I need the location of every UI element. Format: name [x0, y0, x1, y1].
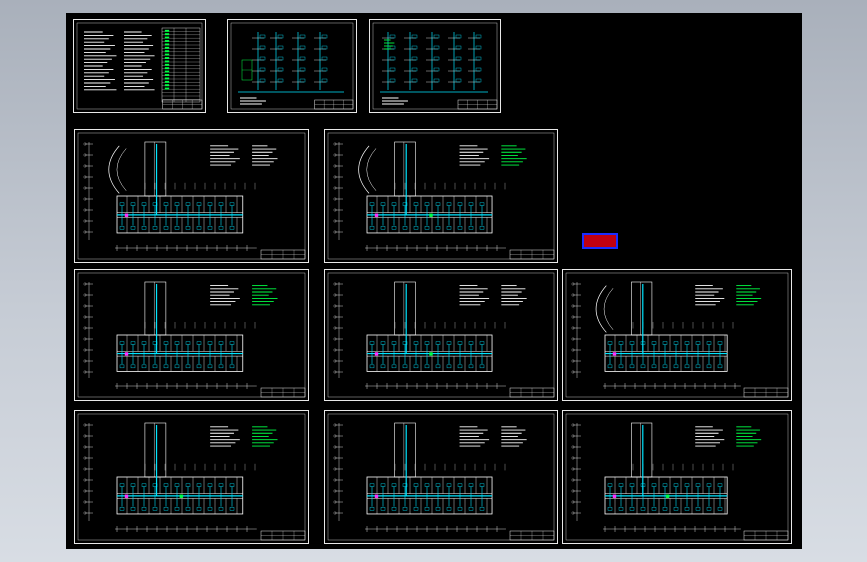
notes-text-block — [84, 31, 155, 91]
sheet-system-diagram-1[interactable] — [227, 19, 357, 113]
legend-notes — [459, 285, 527, 306]
equipment-marks — [612, 352, 617, 356]
riser-diagram — [238, 32, 344, 105]
title-block — [509, 387, 555, 398]
sheet-drawing — [372, 22, 498, 110]
sheet-floor-plan-1[interactable] — [74, 129, 309, 263]
legend-notes — [210, 285, 278, 306]
sheet-drawing — [565, 272, 789, 398]
sheet-floor-plan-8[interactable] — [562, 410, 792, 544]
equipment-table — [161, 27, 201, 103]
legend-notes — [210, 426, 278, 447]
sheet-drawing — [565, 413, 789, 541]
sheet-drawing — [77, 272, 306, 398]
title-block — [314, 99, 354, 110]
legend-notes — [695, 285, 762, 306]
sheet-drawing — [327, 272, 555, 398]
riser-diagram — [380, 32, 488, 105]
hvac-ducts — [117, 284, 243, 369]
title-block — [260, 530, 306, 541]
inner-frame — [230, 22, 354, 110]
equipment-marks — [124, 213, 129, 217]
hvac-ducts — [367, 425, 493, 511]
sheet-floor-plan-6[interactable] — [74, 410, 309, 544]
sheet-floor-plan-5[interactable] — [562, 269, 792, 401]
title-block — [162, 99, 203, 110]
title-block — [743, 530, 789, 541]
title-block — [509, 249, 555, 260]
sheet-drawing — [327, 132, 555, 260]
hvac-ducts — [117, 144, 243, 230]
title-block — [260, 249, 306, 260]
equipment-marks — [124, 352, 129, 356]
title-block — [509, 530, 555, 541]
sheet-drawing — [76, 22, 203, 110]
legend-notes — [459, 145, 527, 166]
hvac-ducts — [605, 284, 728, 369]
sheet-floor-plan-7[interactable] — [324, 410, 558, 544]
title-block — [457, 99, 498, 110]
sheet-floor-plan-3[interactable] — [74, 269, 309, 401]
title-block — [743, 387, 789, 398]
title-block — [260, 387, 306, 398]
sheet-drawing — [327, 413, 555, 541]
equipment-marks — [374, 494, 379, 498]
inner-frame — [372, 22, 498, 110]
sheet-floor-plan-4[interactable] — [324, 269, 558, 401]
sheet-drawing — [230, 22, 354, 110]
sheet-drawing — [77, 413, 306, 541]
sheet-drawing — [77, 132, 306, 260]
sheet-design-notes[interactable] — [73, 19, 206, 113]
legend-notes — [210, 145, 278, 166]
legend-notes — [695, 426, 762, 447]
selection-marker[interactable] — [582, 233, 618, 249]
legend-notes — [459, 426, 527, 447]
sheet-system-diagram-2[interactable] — [369, 19, 501, 113]
drawing-canvas[interactable] — [66, 13, 802, 549]
sheet-floor-plan-2[interactable] — [324, 129, 558, 263]
